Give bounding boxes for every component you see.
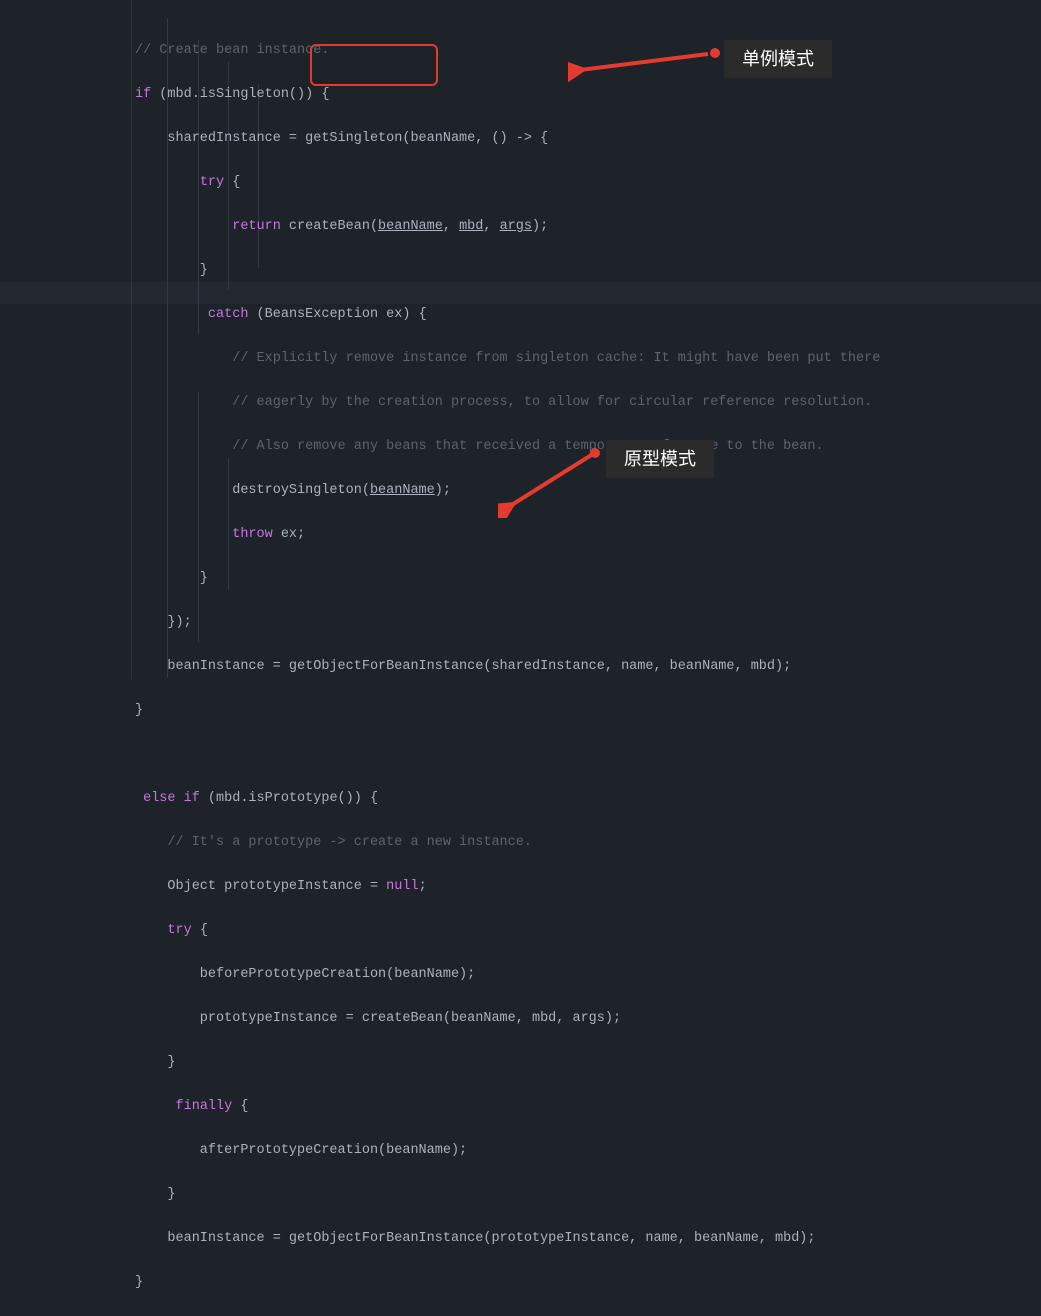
code-line: Object prototypeInstance = null; <box>135 876 880 898</box>
code-line: // Also remove any beans that received a… <box>135 436 880 458</box>
code-line: try { <box>135 920 880 942</box>
code-line: try { <box>135 172 880 194</box>
code-line: throw ex; <box>135 524 880 546</box>
code-line: sharedInstance = getSingleton(beanName, … <box>135 128 880 150</box>
code-line: finally { <box>135 1096 880 1118</box>
code-block: // Create bean instance. if (mbd.isSingl… <box>135 18 880 1316</box>
code-line: } <box>135 700 880 722</box>
code-line: } <box>135 568 880 590</box>
annotation-label-singleton: 单例模式 <box>724 40 832 78</box>
code-line: } <box>135 1052 880 1074</box>
line-number-gutter <box>0 0 132 679</box>
code-line: } <box>135 260 880 282</box>
code-line <box>135 744 880 766</box>
code-line: // Explicitly remove instance from singl… <box>135 348 880 370</box>
code-line: return createBean(beanName, mbd, args); <box>135 216 880 238</box>
annotation-dot <box>590 448 600 458</box>
code-line: destroySingleton(beanName); <box>135 480 880 502</box>
annotation-label-prototype: 原型模式 <box>606 440 714 478</box>
code-line: }); <box>135 612 880 634</box>
code-line: else if (mbd.isPrototype()) { <box>135 788 880 810</box>
code-line: afterPrototypeCreation(beanName); <box>135 1140 880 1162</box>
annotation-dot <box>710 48 720 58</box>
code-line: catch (BeansException ex) { <box>135 304 880 326</box>
code-line: } <box>135 1272 880 1294</box>
code-line: } <box>135 1184 880 1206</box>
code-line: if (mbd.isSingleton()) { <box>135 84 880 106</box>
code-line: // eagerly by the creation process, to a… <box>135 392 880 414</box>
code-line: beforePrototypeCreation(beanName); <box>135 964 880 986</box>
code-line: beanInstance = getObjectForBeanInstance(… <box>135 1228 880 1250</box>
code-line: beanInstance = getObjectForBeanInstance(… <box>135 656 880 678</box>
code-line: prototypeInstance = createBean(beanName,… <box>135 1008 880 1030</box>
code-line: // It's a prototype -> create a new inst… <box>135 832 880 854</box>
